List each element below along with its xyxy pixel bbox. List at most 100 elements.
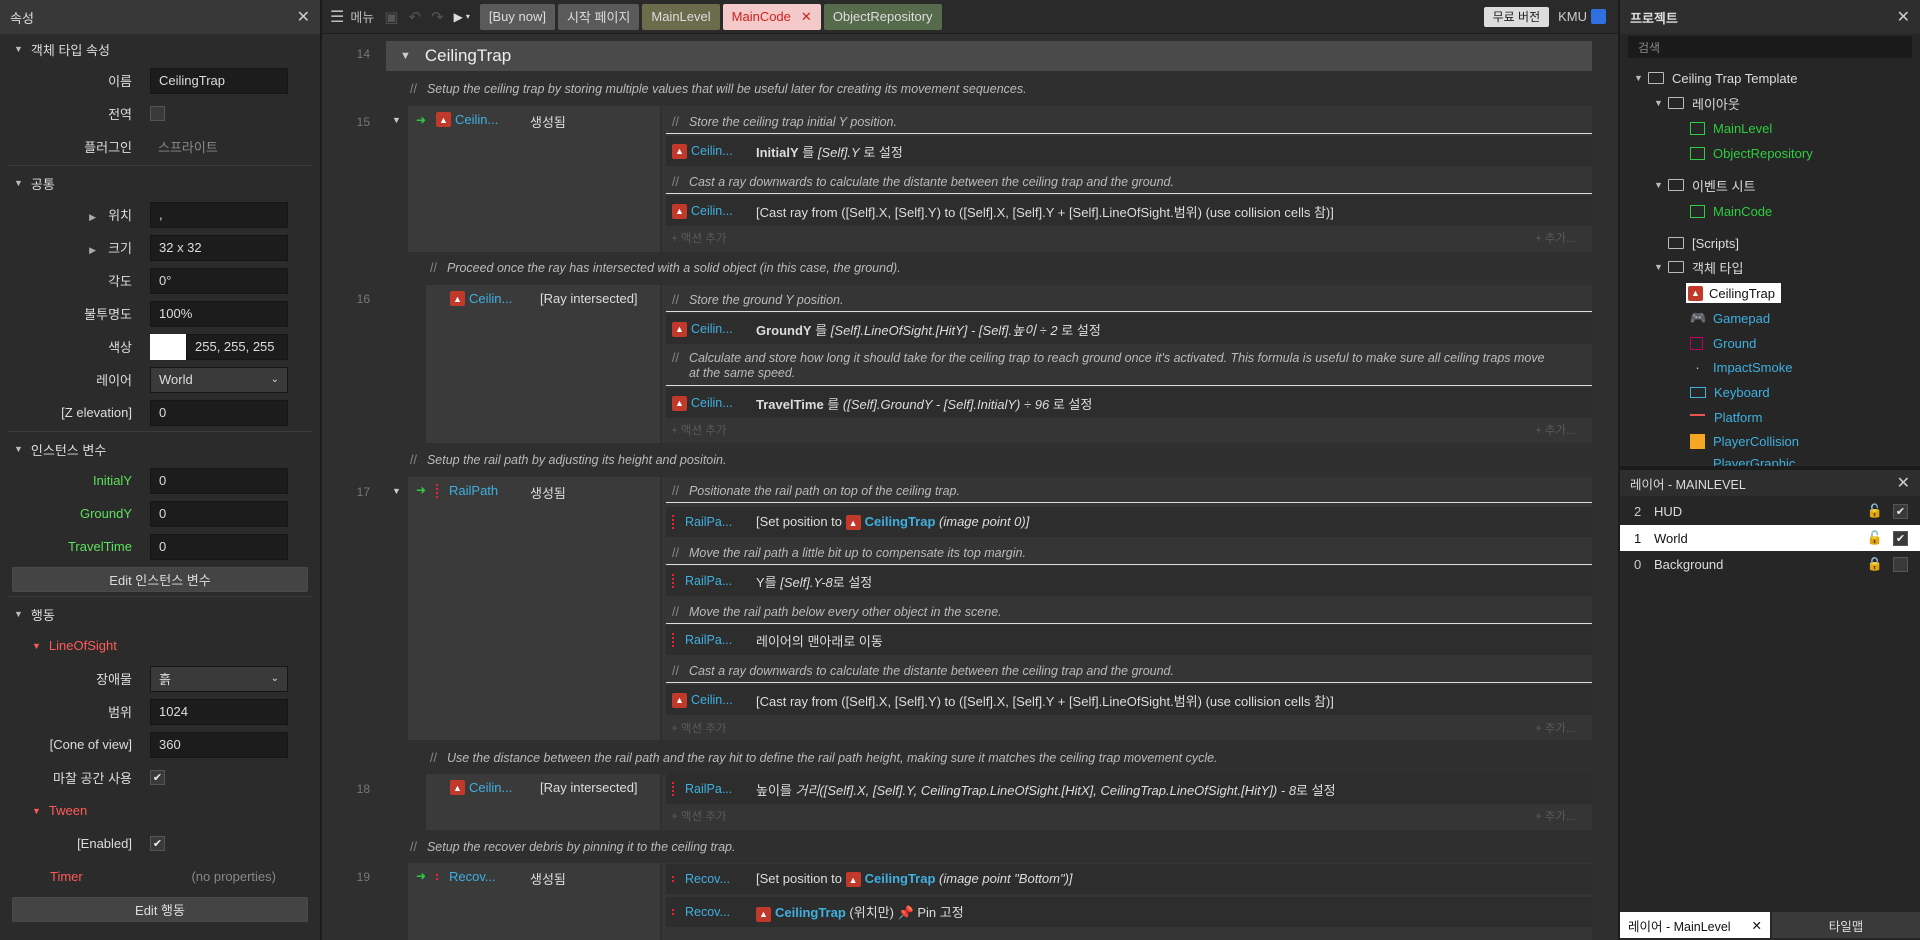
tree-item-layout[interactable]: MainLevel (1690, 118, 1772, 138)
comment[interactable]: //Setup the recover debris by pinning it… (410, 840, 735, 854)
undo-icon[interactable]: ↶ (408, 8, 421, 26)
visible-checkbox[interactable]: ✔ (1893, 530, 1908, 546)
action-row[interactable]: RailPa... 레이어의 맨아래로 이동 (666, 625, 1592, 655)
layer-row[interactable]: 0 Background 🔒 (1620, 551, 1920, 577)
action-row[interactable]: Recov... [Set position to ▲ CeilingTrap (i… (666, 864, 1592, 894)
action-row[interactable]: ▲ Ceilin... TravelTime 를 ([Self].GroundY -… (666, 388, 1592, 418)
layer-select[interactable]: World ⌄ (150, 366, 288, 393)
z-elevation-input[interactable]: 0 (150, 399, 288, 426)
layer-row-selected[interactable]: 1 World 🔓 ✔ (1620, 525, 1920, 551)
action-row[interactable]: RailPa... 높이를 거리([Self].X, [Self].Y, Ceil… (666, 774, 1592, 804)
tree-folder-scripts[interactable]: [Scripts] (1668, 233, 1739, 253)
tree-folder-eventsheets[interactable]: ▼ 이벤트 시트 (1654, 175, 1755, 195)
add-action-button[interactable]: + 액션 추가 (671, 808, 726, 824)
action-row[interactable]: Recov... ▲ CeilingTrap (위치만) 📌 Pin 고정 (666, 897, 1592, 927)
edit-behaviors-button[interactable]: Edit 행동 (12, 897, 308, 922)
section-object-type[interactable]: ▼ 객체 타입 속성 (0, 34, 320, 64)
close-icon[interactable]: ✕ (297, 7, 310, 27)
section-common[interactable]: ▼ 공통 (0, 168, 320, 198)
layer-row[interactable]: 2 HUD 🔓 ✔ (1620, 498, 1920, 524)
range-input[interactable]: 1024 (150, 698, 288, 725)
section-behaviors[interactable]: ▼ 행동 (0, 599, 320, 629)
action-row[interactable]: ▲ Ceilin... [Cast ray from ([Self].X, [Sel… (666, 685, 1592, 715)
color-input[interactable]: 255, 255, 255 (186, 333, 288, 360)
edit-instance-vars-button[interactable]: Edit 인스턴스 변수 (12, 567, 308, 592)
tree-folder-objtypes[interactable]: ▼ 객체 타입 (1654, 257, 1743, 277)
add-more-button[interactable]: + 추가... (1535, 808, 1576, 824)
comment[interactable]: //Use the distance between the rail path… (430, 751, 1218, 765)
behavior-lineofsight[interactable]: ▼ LineOfSight (0, 629, 320, 662)
condition-text[interactable]: [Ray intersected] (540, 780, 638, 795)
action-comment[interactable]: //Move the rail path below every other o… (666, 600, 1592, 624)
tree-item-object[interactable]: PlayerGraphic (1690, 456, 1795, 466)
collapse-icon[interactable]: ▼ (392, 486, 401, 496)
condition-text[interactable]: 생성됨 (530, 112, 566, 131)
condition-text[interactable]: 생성됨 (530, 483, 566, 502)
play-icon[interactable]: ▶ ▾ (454, 10, 470, 24)
expand-icon[interactable]: ▶ (89, 245, 96, 255)
tree-item-object[interactable]: Ground (1690, 333, 1756, 353)
user-name[interactable]: KMU (1558, 9, 1587, 24)
event-conditions[interactable]: ▲ Ceilin... [Ray intersected] (426, 285, 660, 443)
action-row[interactable]: RailPa... [Set position to ▲ CeilingTrap (… (666, 507, 1592, 537)
action-row[interactable]: RailPa... Y를 [Self].Y-8로 설정 (666, 566, 1592, 596)
tree-item-object-selected[interactable]: ▲ CeilingTrap (1686, 283, 1781, 303)
condition-text[interactable]: [Ray intersected] (540, 291, 638, 306)
lock-icon[interactable]: 🔓 (1867, 530, 1883, 546)
tree-root[interactable]: ▼ Ceiling Trap Template (1634, 68, 1798, 88)
condition-object[interactable]: ▲ Ceilin... (450, 780, 512, 795)
tree-item-object[interactable]: · ImpactSmoke (1690, 357, 1792, 377)
comment[interactable]: //Setup the ceiling trap by storing mult… (410, 82, 1027, 96)
lock-icon[interactable]: 🔒 (1867, 556, 1883, 572)
visible-checkbox[interactable]: ✔ (1893, 503, 1908, 519)
action-row[interactable]: ▲ Ceilin... InitialY 를 [Self].Y 로 설정 (666, 136, 1592, 166)
save-icon[interactable]: ▣ (384, 8, 398, 26)
tab-mainlevel[interactable]: MainLevel (642, 3, 720, 30)
action-comment[interactable]: //Positionate the rail path on top of th… (666, 479, 1592, 503)
action-comment[interactable]: //Cast a ray downwards to calculate the … (666, 659, 1592, 683)
close-icon[interactable]: ✕ (1897, 473, 1910, 493)
tree-item-layout[interactable]: ObjectRepository (1690, 143, 1813, 163)
action-comment[interactable]: //Move the rail path a little bit up to … (666, 541, 1592, 565)
opacity-input[interactable]: 100% (150, 300, 288, 327)
tree-item-eventsheet[interactable]: MainCode (1690, 201, 1772, 221)
account-icon[interactable] (1591, 9, 1606, 24)
tab-maincode[interactable]: MainCode ✕ (722, 3, 821, 30)
event-conditions[interactable]: ▲ Ceilin... [Ray intersected] (426, 774, 660, 830)
action-comment[interactable]: //Store the ceiling trap initial Y posit… (666, 110, 1592, 134)
condition-object[interactable]: Recov... (436, 869, 496, 884)
global-checkbox[interactable] (150, 106, 165, 121)
cone-input[interactable]: 360 (150, 731, 288, 758)
add-more-button[interactable]: + 추가... (1535, 230, 1576, 246)
action-comment[interactable]: //Store the ground Y position. (666, 288, 1592, 312)
visible-checkbox[interactable] (1893, 556, 1908, 572)
name-input[interactable]: CeilingTrap (150, 67, 288, 94)
expand-icon[interactable]: ▶ (89, 212, 96, 222)
tree-folder-layouts[interactable]: ▼ 레이아웃 (1654, 93, 1740, 113)
tab-layers[interactable]: 레이어 - MainLevel ✕ (1620, 912, 1770, 938)
add-more-button[interactable]: + 추가... (1535, 720, 1576, 736)
action-comment[interactable]: //Cast a ray downwards to calculate the … (666, 170, 1592, 194)
free-version-badge[interactable]: 무료 버전 (1483, 6, 1550, 27)
enabled-checkbox[interactable]: ✔ (150, 836, 165, 851)
comment[interactable]: //Setup the rail path by adjusting its h… (410, 453, 726, 467)
color-swatch[interactable] (150, 333, 186, 360)
redo-icon[interactable]: ↷ (431, 8, 444, 26)
position-input[interactable]: , (150, 201, 288, 228)
collapse-icon[interactable]: ▼ (392, 115, 401, 125)
add-more-button[interactable]: + 추가... (1535, 422, 1576, 438)
tab-buy-now[interactable]: [Buy now] (479, 3, 555, 30)
search-input[interactable]: 검색 (1628, 36, 1912, 58)
tree-item-object[interactable]: 🎮 Gamepad (1690, 308, 1770, 328)
lock-icon[interactable]: 🔓 (1867, 503, 1883, 519)
tab-objectrepository[interactable]: ObjectRepository (823, 3, 942, 30)
instvar-input[interactable]: 0 (150, 467, 288, 494)
obstacles-select[interactable]: 흙 ⌄ (150, 665, 288, 692)
action-row[interactable]: ▲ Ceilin... GroundY 를 [Self].LineOfSight.[… (666, 314, 1592, 344)
instvar-input[interactable]: 0 (150, 533, 288, 560)
menu-button[interactable]: ☰ 메뉴 (330, 7, 374, 27)
condition-object[interactable]: ▲ Ceilin... (450, 291, 512, 306)
tree-item-object[interactable]: Platform (1690, 407, 1762, 427)
add-action-button[interactable]: + 액션 추가 (671, 230, 726, 246)
section-instance-vars[interactable]: ▼ 인스턴스 변수 (0, 434, 320, 464)
